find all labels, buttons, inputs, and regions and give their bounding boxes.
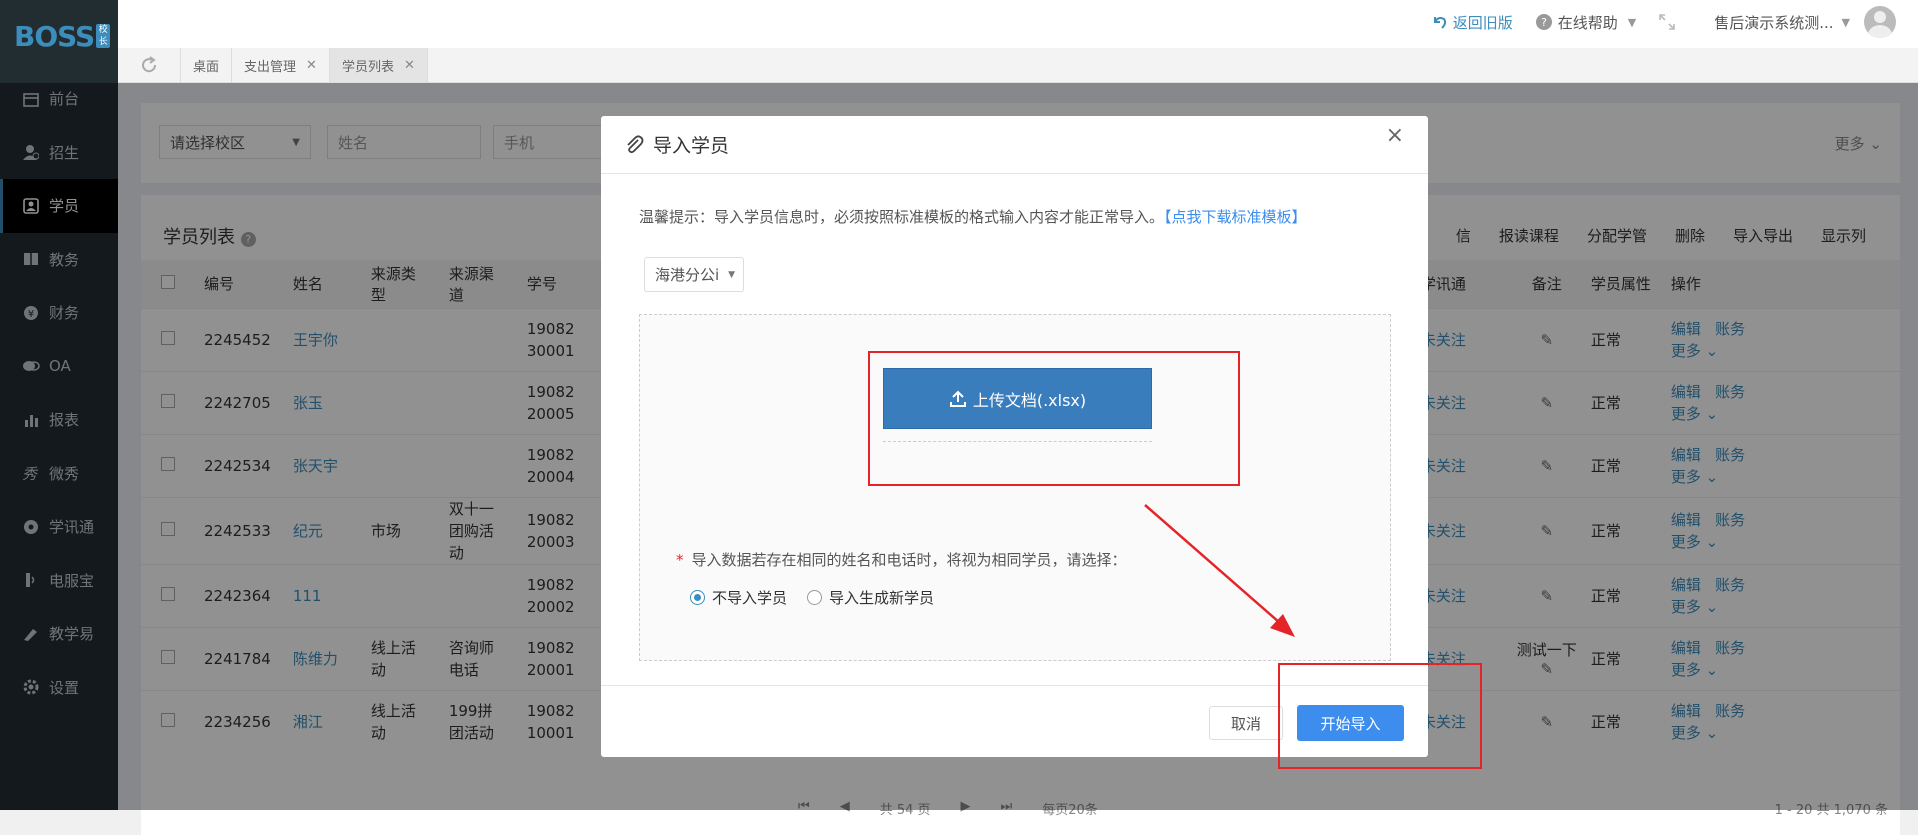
- help-label: 在线帮助: [1558, 12, 1618, 33]
- logo-badge: 校长: [96, 24, 110, 48]
- chevron-down-icon: ▼: [1842, 16, 1850, 29]
- duplicate-rule-label: * 导入数据若存在相同的姓名和电话时，将视为相同学员，请选择：: [676, 549, 1127, 570]
- expand-icon: [1658, 13, 1676, 31]
- radio-button[interactable]: [807, 590, 822, 605]
- annotation-highlight-upload: [868, 351, 1240, 486]
- account-label: 售后演示系统测...: [1714, 12, 1833, 33]
- duplicate-rule-options: 不导入学员 导入生成新学员: [690, 587, 954, 608]
- tab-label: 支出管理: [244, 56, 296, 75]
- undo-icon: [1430, 13, 1448, 31]
- tab-expense-management[interactable]: 支出管理 ✕: [232, 48, 330, 82]
- import-tip: 温馨提示：导入学员信息时，必须按照标准模板的格式输入内容才能正常导入。【点我下载…: [639, 206, 1307, 227]
- account-menu[interactable]: 售后演示系统测... ▼: [1714, 6, 1896, 38]
- close-icon[interactable]: ×: [1386, 123, 1404, 148]
- radio-button[interactable]: [690, 590, 705, 605]
- back-to-old-version-link[interactable]: 返回旧版: [1430, 12, 1513, 33]
- svg-text:?: ?: [1541, 16, 1547, 29]
- tab-label: 学员列表: [342, 56, 394, 75]
- online-help-menu[interactable]: ? 在线帮助 ▼: [1535, 12, 1636, 33]
- help-icon: ?: [1535, 13, 1553, 31]
- school-select[interactable]: 海港分公i ▼: [644, 257, 744, 292]
- cancel-button[interactable]: 取消: [1209, 706, 1283, 740]
- logo-text: BOSS: [14, 20, 94, 53]
- annotation-highlight-start: [1278, 663, 1482, 769]
- avatar: [1864, 6, 1896, 38]
- option-label: 不导入学员: [712, 587, 787, 608]
- required-marker: *: [676, 551, 684, 569]
- tab-desktop[interactable]: 桌面: [181, 48, 232, 82]
- annotation-arrow-icon: [1140, 500, 1300, 640]
- close-icon[interactable]: ✕: [404, 58, 415, 73]
- logo: BOSS 校长: [0, 0, 118, 72]
- caret-down-icon: ▼: [728, 270, 735, 280]
- option-create-new-students[interactable]: 导入生成新学员: [807, 587, 934, 608]
- school-select-value: 海港分公i: [655, 264, 719, 285]
- tabs-bar: 桌面 支出管理 ✕ 学员列表 ✕: [118, 48, 1918, 83]
- dialog-title: 导入学员: [653, 131, 729, 158]
- download-template-link[interactable]: 【点我下载标准模板】: [1164, 208, 1307, 226]
- option-label: 导入生成新学员: [829, 587, 934, 608]
- fullscreen-button[interactable]: [1658, 13, 1676, 31]
- refresh-button[interactable]: [118, 48, 181, 82]
- duplicate-rule-text: 导入数据若存在相同的姓名和电话时，将视为相同学员，请选择：: [692, 551, 1127, 569]
- option-skip-duplicates[interactable]: 不导入学员: [690, 587, 787, 608]
- back-label: 返回旧版: [1453, 12, 1513, 33]
- paperclip-icon: [623, 134, 645, 156]
- refresh-icon: [140, 56, 158, 74]
- close-icon[interactable]: ✕: [306, 58, 317, 73]
- top-bar: 返回旧版 ? 在线帮助 ▼ 售后演示系统测... ▼: [118, 0, 1918, 48]
- tab-student-list[interactable]: 学员列表 ✕: [330, 48, 428, 82]
- chevron-down-icon: ▼: [1628, 16, 1636, 29]
- tip-text: 温馨提示：导入学员信息时，必须按照标准模板的格式输入内容才能正常导入。: [639, 208, 1164, 226]
- dialog-header: 导入学员: [601, 116, 1428, 174]
- tab-label: 桌面: [193, 56, 219, 75]
